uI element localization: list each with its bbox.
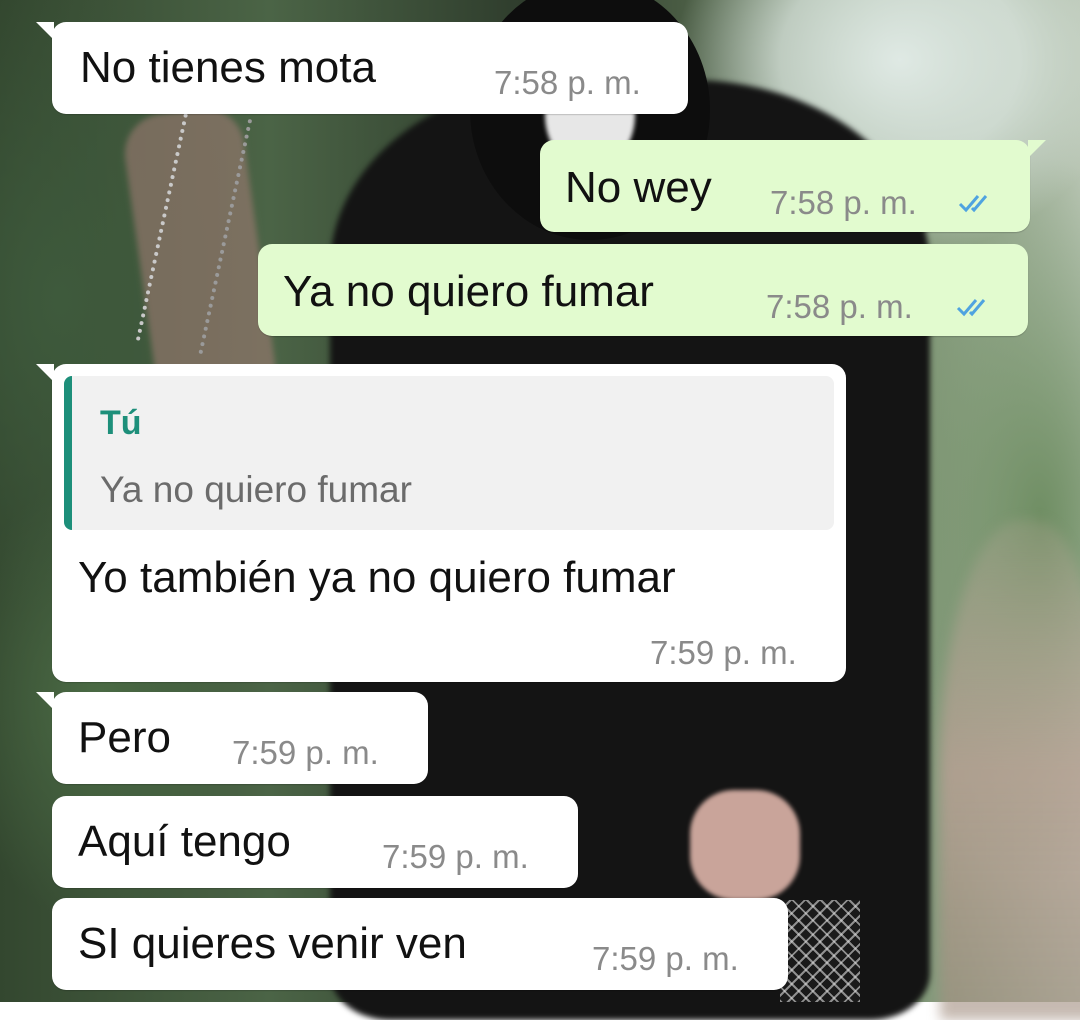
message-bubble-incoming[interactable]: No tienes mota 7:58 p. m. [36, 22, 688, 114]
quote-author: Tú [100, 404, 142, 442]
wallpaper-path [940, 520, 1080, 1020]
quoted-message[interactable]: Tú Ya no quiero fumar [64, 376, 834, 530]
message-time: 7:58 p. m. [770, 184, 917, 221]
message-bubble-incoming[interactable]: Pero 7:59 p. m. [36, 692, 428, 784]
wallpaper-hand [690, 790, 800, 900]
quote-text: Ya no quiero fumar [100, 469, 412, 510]
message-bubble-incoming[interactable]: SI quieres venir ven 7:59 p. m. [52, 898, 788, 990]
wallpaper-fishnet [780, 900, 860, 1002]
message-time: 7:59 p. m. [382, 838, 529, 875]
message-bubble-incoming-reply[interactable]: Tú Ya no quiero fumar Yo también ya no q… [36, 364, 846, 682]
message-bubble-incoming[interactable]: Aquí tengo 7:59 p. m. [52, 796, 578, 888]
message-text: Yo también ya no quiero fumar [78, 553, 676, 602]
quote-accent-bar [64, 376, 72, 530]
message-text: Pero [78, 713, 171, 762]
message-time: 7:59 p. m. [592, 940, 739, 977]
message-text: No wey [565, 163, 712, 212]
message-bubble-outgoing[interactable]: No wey 7:58 p. m. [540, 140, 1046, 232]
double-check-read-icon [956, 299, 986, 317]
message-time: 7:59 p. m. [232, 734, 379, 771]
message-text: SI quieres venir ven [78, 919, 467, 968]
message-time: 7:58 p. m. [494, 64, 641, 101]
message-time: 7:58 p. m. [766, 288, 913, 325]
message-time: 7:59 p. m. [650, 634, 797, 671]
double-check-read-icon [958, 195, 988, 213]
message-text: Ya no quiero fumar [283, 267, 654, 316]
message-bubble-outgoing[interactable]: Ya no quiero fumar 7:58 p. m. [258, 244, 1028, 336]
message-text: No tienes mota [80, 43, 376, 92]
message-text: Aquí tengo [78, 817, 291, 866]
